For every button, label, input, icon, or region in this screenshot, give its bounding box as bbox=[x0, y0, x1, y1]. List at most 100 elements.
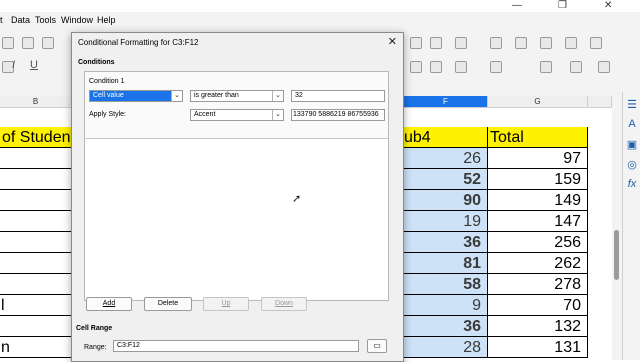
navigator-icon[interactable]: ◎ bbox=[626, 158, 638, 171]
add-button-label: Add bbox=[102, 300, 116, 307]
condition-type-value: Cell value bbox=[93, 92, 124, 99]
paste-icon[interactable] bbox=[2, 37, 14, 49]
close-icon[interactable]: ✕ bbox=[388, 35, 397, 48]
cell-sub4[interactable]: 28 bbox=[404, 337, 488, 358]
comment-icon[interactable] bbox=[590, 37, 602, 49]
copy-icon[interactable] bbox=[22, 37, 34, 49]
menu-bar: t Data Tools Window Help bbox=[0, 12, 640, 30]
percent-icon[interactable] bbox=[455, 61, 467, 73]
menu-window[interactable]: Window bbox=[61, 15, 93, 25]
cell-sub4[interactable]: 9 bbox=[404, 295, 488, 316]
cell-total[interactable]: 159 bbox=[488, 169, 588, 190]
chevron-down-icon[interactable]: ⌄ bbox=[171, 91, 182, 101]
condition-type-select[interactable]: Cell value ⌄ bbox=[89, 90, 183, 102]
condition-1[interactable]: Condition 1 Cell value ⌄ is greater than… bbox=[85, 72, 388, 139]
range-label: Range: bbox=[84, 344, 107, 351]
menu-help[interactable]: Help bbox=[97, 15, 116, 25]
cell-b[interactable] bbox=[0, 274, 72, 295]
border-icon[interactable] bbox=[540, 61, 552, 73]
cell-sub4[interactable]: 81 bbox=[404, 253, 488, 274]
cell-sub4[interactable]: 19 bbox=[404, 211, 488, 232]
mouse-pointer-icon: ➚ bbox=[292, 193, 302, 205]
cell-total[interactable]: 262 bbox=[488, 253, 588, 274]
cell-b[interactable] bbox=[0, 253, 72, 274]
cell-sub4[interactable]: 58 bbox=[404, 274, 488, 295]
cell-total[interactable]: 131 bbox=[488, 337, 588, 358]
up-button-label: Up bbox=[221, 300, 231, 307]
cell-b[interactable]: n bbox=[0, 337, 72, 358]
shrink-icon: ▭ bbox=[373, 341, 381, 350]
shrink-range-button[interactable]: ▭ bbox=[367, 339, 387, 353]
close-window-button[interactable]: ✕ bbox=[604, 0, 612, 11]
hyperlink-icon[interactable] bbox=[565, 37, 577, 49]
sort-icon[interactable] bbox=[455, 37, 467, 49]
column-header-f[interactable]: F bbox=[404, 96, 488, 108]
vertical-scrollbar[interactable] bbox=[612, 96, 622, 360]
style-value: Accent bbox=[194, 111, 216, 118]
down-button-label: Down bbox=[275, 300, 293, 307]
cell-sub4[interactable]: 36 bbox=[404, 316, 488, 337]
clone-icon[interactable] bbox=[42, 37, 54, 49]
menu-data[interactable]: Data bbox=[11, 15, 30, 25]
italic-icon[interactable]: I bbox=[12, 59, 15, 71]
align-icon[interactable] bbox=[410, 61, 422, 73]
operator-select[interactable]: is greater than ⌄ bbox=[190, 90, 284, 102]
header-cell-sub4[interactable]: ub4 bbox=[404, 127, 488, 148]
cell-b[interactable] bbox=[0, 169, 72, 190]
scrollbar-thumb[interactable] bbox=[614, 230, 619, 280]
cell-total[interactable]: 256 bbox=[488, 232, 588, 253]
cell-total[interactable]: 97 bbox=[488, 148, 588, 169]
down-button[interactable]: Down bbox=[261, 297, 307, 311]
cell-b[interactable] bbox=[0, 232, 72, 253]
background-color-icon[interactable] bbox=[570, 61, 582, 73]
properties-icon[interactable]: ☰ bbox=[626, 98, 638, 111]
minimize-button[interactable]: — bbox=[512, 0, 522, 11]
chevron-down-icon[interactable]: ⌄ bbox=[272, 110, 283, 120]
currency-icon[interactable] bbox=[430, 61, 442, 73]
header-cell-students[interactable]: of Students bbox=[0, 127, 72, 148]
chart-icon[interactable] bbox=[490, 37, 502, 49]
up-button[interactable]: Up bbox=[203, 297, 249, 311]
conditions-list[interactable]: Condition 1 Cell value ⌄ is greater than… bbox=[84, 71, 389, 301]
cell-sub4[interactable]: 90 bbox=[404, 190, 488, 211]
cell-sub4[interactable]: 36 bbox=[404, 232, 488, 253]
style-select[interactable]: Accent ⌄ bbox=[190, 109, 284, 121]
border-style-icon[interactable] bbox=[598, 61, 610, 73]
restore-button[interactable]: ❐ bbox=[558, 0, 567, 11]
cell-b[interactable] bbox=[0, 148, 72, 169]
cell-b[interactable] bbox=[0, 316, 72, 337]
cell-total[interactable]: 149 bbox=[488, 190, 588, 211]
delete-button[interactable]: Delete bbox=[144, 297, 192, 311]
dialog-title: Conditional Formatting for C3:F12 bbox=[78, 38, 199, 47]
column-header-b[interactable]: B bbox=[0, 96, 72, 108]
column-header-h[interactable] bbox=[588, 96, 612, 108]
pivot-icon[interactable] bbox=[515, 37, 527, 49]
add-button[interactable]: Add bbox=[86, 297, 132, 311]
cell-total[interactable]: 70 bbox=[488, 295, 588, 316]
styles-icon[interactable]: A bbox=[626, 118, 638, 130]
decimal-icon[interactable] bbox=[490, 61, 502, 73]
chevron-down-icon[interactable]: ⌄ bbox=[272, 91, 283, 101]
cell-sub4[interactable]: 52 bbox=[404, 169, 488, 190]
cell-sub4[interactable]: 26 bbox=[404, 148, 488, 169]
undo-icon[interactable] bbox=[410, 37, 422, 49]
cell-b[interactable] bbox=[0, 190, 72, 211]
operator-value: is greater than bbox=[194, 92, 239, 99]
underline-icon[interactable]: U bbox=[30, 59, 38, 71]
menu-tools[interactable]: Tools bbox=[35, 15, 56, 25]
cell-b[interactable] bbox=[0, 211, 72, 232]
conditional-formatting-dialog: Conditional Formatting for C3:F12 ✕ Cond… bbox=[71, 32, 404, 362]
find-icon[interactable] bbox=[430, 37, 442, 49]
cell-total[interactable]: 132 bbox=[488, 316, 588, 337]
functions-icon[interactable]: fx bbox=[626, 178, 638, 190]
menu-partial[interactable]: t bbox=[0, 15, 3, 25]
range-input[interactable]: C3:F12 bbox=[113, 340, 359, 352]
special-char-icon[interactable] bbox=[540, 37, 552, 49]
column-header-g[interactable]: G bbox=[488, 96, 588, 108]
cell-b[interactable]: l bbox=[0, 295, 72, 316]
cell-total[interactable]: 278 bbox=[488, 274, 588, 295]
condition-value-input[interactable]: 32 bbox=[291, 90, 385, 102]
header-cell-total[interactable]: Total bbox=[488, 127, 588, 148]
cell-total[interactable]: 147 bbox=[488, 211, 588, 232]
gallery-icon[interactable]: ▣ bbox=[626, 138, 638, 151]
